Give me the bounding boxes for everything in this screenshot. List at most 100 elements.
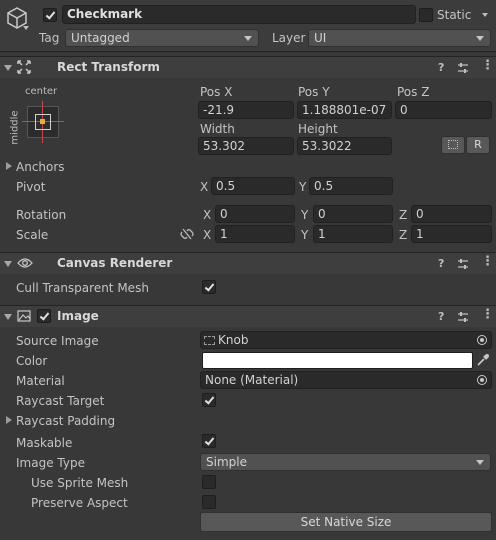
anchors-foldout-icon[interactable] [6,162,12,170]
static-toggle[interactable] [419,8,433,22]
layer-value: UI [314,31,327,45]
scale-label: Scale [16,228,49,242]
cull-transparent-mesh-toggle[interactable] [202,280,216,294]
chevron-down-icon[interactable] [23,26,29,30]
pos-y-input[interactable]: 1.188801e-07 [297,101,392,119]
pivot-x-axis-label: X [200,180,209,194]
eyedropper-icon[interactable] [477,353,490,369]
raw-edit-button[interactable]: R [466,136,490,154]
color-swatch[interactable] [202,352,473,369]
link-broken-icon[interactable] [180,228,194,243]
sliders-icon[interactable] [457,311,469,326]
chevron-down-icon [476,36,484,41]
anchors-label[interactable]: Anchors [16,160,65,174]
chevron-down-icon[interactable] [482,13,488,17]
gameobject-name-input[interactable]: Checkmark [62,5,416,24]
preserve-aspect-toggle[interactable] [202,495,216,509]
height-input[interactable]: 53.3022 [297,137,392,155]
width-input[interactable]: 53.302 [198,137,294,155]
tag-dropdown[interactable]: Untagged [65,29,259,47]
pos-z-label: Pos Z [397,85,430,99]
pos-y-label: Pos Y [298,85,330,99]
rect-transform-icon [17,60,31,77]
sliders-icon[interactable] [457,62,469,77]
foldout-arrow-icon[interactable] [4,314,12,320]
gameobject-header: Checkmark Static Tag Untagged Layer UI [0,0,496,52]
image-title: Image [57,309,99,323]
pivot-x-input[interactable]: 0.5 [211,177,295,195]
height-label: Height [298,122,338,136]
pivot-y-input[interactable]: 0.5 [309,177,393,195]
anchor-preset-button[interactable] [22,101,64,143]
image-enabled-toggle[interactable] [37,309,51,323]
image-type-label: Image Type [16,456,85,470]
eye-icon [17,257,33,272]
source-image-label: Source Image [16,334,99,348]
canvas-renderer-title: Canvas Renderer [57,256,173,270]
rotation-label: Rotation [16,208,67,222]
sliders-icon[interactable] [457,258,469,273]
anchor-preset-v-label: middle [9,110,21,145]
layer-label: Layer [272,31,306,45]
image-type-value: Simple [206,455,247,469]
blueprint-icon [448,140,458,149]
maskable-toggle[interactable] [202,434,216,448]
cull-transparent-mesh-label: Cull Transparent Mesh [16,281,149,295]
canvas-renderer-header[interactable]: Canvas Renderer ? ⋮ [0,252,496,274]
pos-z-input[interactable]: 0 [395,101,492,119]
anchor-center-dot [40,119,45,124]
material-value: None (Material) [205,373,299,387]
rotation-x-input[interactable]: 0 [215,205,295,223]
kebab-menu-icon[interactable]: ⋮ [481,254,494,269]
rotation-y-input[interactable]: 0 [313,205,393,223]
layer-dropdown[interactable]: UI [308,29,491,47]
use-sprite-mesh-toggle[interactable] [202,475,216,489]
rotation-y-axis-label: Y [301,208,309,222]
preserve-aspect-label: Preserve Aspect [31,496,128,510]
pivot-y-axis-label: Y [299,180,307,194]
rect-transform-header[interactable]: Rect Transform ? ⋮ [0,56,496,78]
source-image-value: Knob [218,333,249,347]
source-image-field[interactable]: Knob [200,331,492,349]
set-native-size-button[interactable]: Set Native Size [200,512,492,532]
foldout-arrow-icon[interactable] [4,261,12,267]
active-toggle[interactable] [43,8,57,22]
image-header[interactable]: Image ? ⋮ [0,305,496,327]
scale-z-input[interactable]: 1 [411,225,492,243]
scale-y-input[interactable]: 1 [313,225,393,243]
scale-y-axis-label: Y [301,228,309,242]
blueprint-mode-button[interactable] [441,136,465,154]
raycast-padding-foldout-icon[interactable] [6,416,12,424]
image-type-dropdown[interactable]: Simple [200,453,491,471]
material-field[interactable]: None (Material) [200,371,492,389]
chevron-down-icon [476,460,484,465]
raycast-padding-label[interactable]: Raycast Padding [16,414,115,428]
pos-x-label: Pos X [200,85,233,99]
pivot-label: Pivot [16,180,46,194]
sprite-icon [204,336,215,345]
chevron-down-icon [244,36,252,41]
material-label: Material [16,374,65,388]
color-label: Color [16,354,48,368]
tag-label: Tag [39,31,60,45]
foldout-arrow-icon[interactable] [4,65,12,71]
help-icon[interactable]: ? [438,310,444,323]
anchor-preset-h-label: center [25,86,58,97]
scale-x-input[interactable]: 1 [215,225,295,243]
rotation-z-axis-label: Z [399,208,408,222]
rect-transform-title: Rect Transform [57,60,160,74]
object-picker-icon[interactable] [477,335,487,345]
kebab-menu-icon[interactable]: ⋮ [481,58,494,73]
pos-x-input[interactable]: -21.9 [198,101,294,119]
use-sprite-mesh-label: Use Sprite Mesh [31,476,129,490]
scale-z-axis-label: Z [399,228,408,242]
help-icon[interactable]: ? [438,61,444,74]
help-icon[interactable]: ? [438,257,444,270]
raycast-target-toggle[interactable] [202,393,216,407]
rotation-z-input[interactable]: 0 [411,205,492,223]
image-icon [17,310,31,325]
maskable-label: Maskable [16,436,73,450]
object-picker-icon[interactable] [477,375,487,385]
kebab-menu-icon[interactable]: ⋮ [481,307,494,322]
width-label: Width [200,122,235,136]
